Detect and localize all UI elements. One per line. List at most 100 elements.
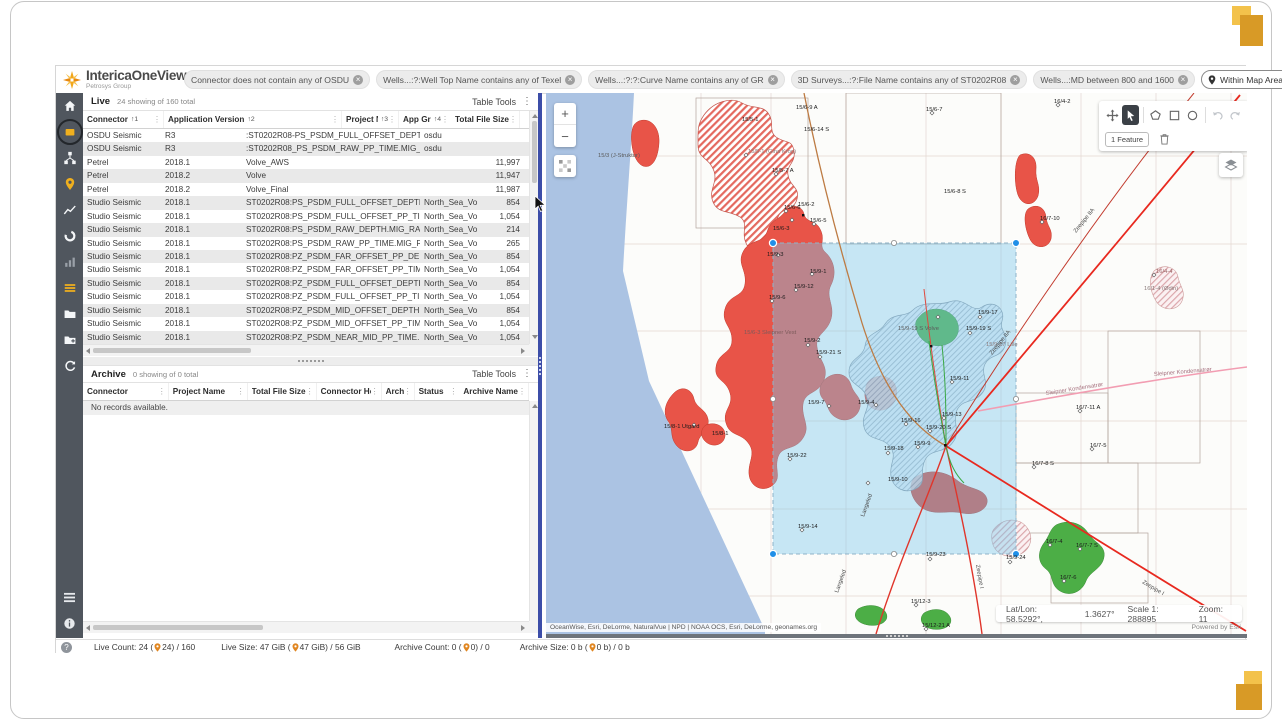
panel-map-divider[interactable] xyxy=(538,93,542,638)
scroll-up-icon[interactable] xyxy=(532,404,538,408)
column-kebab-icon[interactable]: ⋮ xyxy=(371,387,379,396)
live-table-row[interactable]: Studio Seismic 2018.1 ST0202R08:PZ_PSDM_… xyxy=(83,304,529,317)
undo-button[interactable] xyxy=(1209,105,1225,125)
live-table-tools-kebab-icon[interactable]: ⋮ xyxy=(522,97,532,107)
filter-chip[interactable]: Wells...:MD between 800 and 1600 × xyxy=(1033,70,1195,89)
archive-column-header[interactable]: Status ⋮ xyxy=(415,383,460,400)
live-column-header[interactable]: Project Name ↑3 ⋮ xyxy=(342,111,399,128)
sidebar-item-add-files[interactable] xyxy=(56,327,83,353)
app-logo[interactable]: IntericaOneView Petrosys Group xyxy=(62,69,180,90)
redo-button[interactable] xyxy=(1228,105,1244,125)
live-table-row[interactable]: Studio Seismic 2018.1 ST0202R08:PZ_PSDM_… xyxy=(83,317,529,330)
filter-chip[interactable]: Wells...:?:?:Curve Name contains any of … xyxy=(588,70,784,89)
draw-circle-button[interactable] xyxy=(1184,105,1200,125)
live-table-row[interactable]: Studio Seismic 2018.1 ST0202R08:PZ_PSDM_… xyxy=(83,250,529,263)
sidebar-item-pie-analytics[interactable] xyxy=(56,223,83,249)
live-table-row[interactable]: Petrel 2018.1 Volve_AWS 11,997 xyxy=(83,156,529,169)
map-bottom-resize-bar[interactable] xyxy=(546,634,1247,638)
live-hscroll-thumb[interactable] xyxy=(93,348,251,353)
filter-chip[interactable]: Wells...:?:Well Top Name contains any of… xyxy=(376,70,582,89)
live-table-row[interactable]: Studio Seismic 2018.1 ST0202R08:PZ_PSDM_… xyxy=(83,263,529,276)
archive-column-header[interactable]: Project Name ⋮ xyxy=(169,383,248,400)
live-table-row[interactable]: OSDU Seismic R3 :ST0202R08_PS_PSDM_RAW_P… xyxy=(83,142,529,155)
map-canvas[interactable]: 15/3 (J-Struktur)15/6-9 A15/5-115/6-14 S… xyxy=(546,93,1247,634)
archive-hscroll-thumb[interactable] xyxy=(93,625,263,630)
scroll-right-icon[interactable] xyxy=(521,348,525,354)
column-kebab-icon[interactable]: ⋮ xyxy=(158,387,166,396)
scroll-up-icon[interactable] xyxy=(532,114,538,118)
column-kebab-icon[interactable]: ⋮ xyxy=(153,115,161,124)
sidebar-item-projects-selected[interactable] xyxy=(56,119,83,145)
chip-close-icon[interactable]: × xyxy=(1178,75,1188,85)
column-kebab-icon[interactable]: ⋮ xyxy=(449,387,457,396)
column-kebab-icon[interactable]: ⋮ xyxy=(388,115,396,124)
live-table-tools[interactable]: Table Tools ⋮ xyxy=(472,97,532,107)
sidebar-item-connectors[interactable] xyxy=(56,145,83,171)
column-kebab-icon[interactable]: ⋮ xyxy=(441,115,449,124)
sidebar-item-sync[interactable] xyxy=(56,353,83,379)
filter-chip[interactable]: 3D Surveys...:?:File Name contains any o… xyxy=(791,70,1028,89)
sidebar-item-bar-analytics[interactable] xyxy=(56,249,83,275)
zoom-in-button[interactable]: + xyxy=(554,103,576,125)
column-kebab-icon[interactable]: ⋮ xyxy=(509,115,517,124)
column-kebab-icon[interactable]: ⋮ xyxy=(306,387,314,396)
sidebar-item-files[interactable] xyxy=(56,301,83,327)
column-kebab-icon[interactable]: ⋮ xyxy=(518,387,526,396)
column-kebab-icon[interactable]: ⋮ xyxy=(404,387,412,396)
zoom-out-button[interactable]: − xyxy=(554,125,576,147)
archive-column-header[interactable]: Archived Time ⋮ xyxy=(382,383,415,400)
panel-splitter[interactable] xyxy=(83,357,538,365)
filter-chip[interactable]: Within Map Area × xyxy=(1201,70,1282,89)
archive-table-tools-kebab-icon[interactable]: ⋮ xyxy=(522,369,532,379)
sidebar-item-trends[interactable] xyxy=(56,197,83,223)
live-column-header[interactable]: Total File Size ⋮ xyxy=(451,111,520,128)
live-table-row[interactable]: Studio Seismic 2018.1 ST0202R08:PS_PSDM_… xyxy=(83,237,529,250)
chip-close-icon[interactable]: × xyxy=(353,75,363,85)
live-vscroll-thumb[interactable] xyxy=(532,121,537,183)
live-table-row[interactable]: Petrel 2018.2 Volve_Final 11,987 xyxy=(83,183,529,196)
map-zoom-control[interactable]: + − xyxy=(554,103,576,147)
chip-close-icon[interactable]: × xyxy=(565,75,575,85)
scroll-down-icon[interactable] xyxy=(532,335,538,339)
draw-polygon-button[interactable] xyxy=(1148,105,1164,125)
layers-button[interactable] xyxy=(1219,153,1243,177)
draw-rectangle-button[interactable] xyxy=(1166,105,1182,125)
sidebar-item-map[interactable] xyxy=(56,171,83,197)
select-tool-button[interactable] xyxy=(1122,105,1138,125)
archive-table-tools[interactable]: Table Tools ⋮ xyxy=(472,369,532,379)
archive-column-header[interactable]: Connector Host ⋮ xyxy=(317,383,382,400)
archive-horizontal-scrollbar[interactable] xyxy=(83,621,529,633)
live-table-row[interactable]: Studio Seismic 2018.1 ST0202R08:PZ_PSDM_… xyxy=(83,277,529,290)
live-table-row[interactable]: OSDU Seismic R3 :ST0202R08-PS_PSDM_FULL_… xyxy=(83,129,529,142)
column-kebab-icon[interactable]: ⋮ xyxy=(237,387,245,396)
sidebar-info-button[interactable] xyxy=(56,610,83,636)
live-table-row[interactable]: Studio Seismic 2018.1 ST0202R08:PZ_PSDM_… xyxy=(83,331,529,344)
live-table-body[interactable]: OSDU Seismic R3 :ST0202R08-PS_PSDM_FULL_… xyxy=(83,129,529,344)
live-table-row[interactable]: Studio Seismic 2018.1 ST0202R08:PS_PSDM_… xyxy=(83,223,529,236)
live-table-row[interactable]: Studio Seismic 2018.1 ST0202R08:PS_PSDM_… xyxy=(83,196,529,209)
sidebar-menu-button[interactable] xyxy=(56,584,83,610)
archive-column-header[interactable]: Connector ⋮ xyxy=(83,383,169,400)
live-column-header[interactable]: Connector ↑1 ⋮ xyxy=(83,111,164,128)
live-table-row[interactable]: Studio Seismic 2018.1 ST0202R08:PS_PSDM_… xyxy=(83,210,529,223)
scroll-left-icon[interactable] xyxy=(86,348,90,354)
feature-count-badge[interactable]: 1 Feature xyxy=(1105,132,1149,147)
trash-icon[interactable] xyxy=(1159,133,1170,145)
filter-chip[interactable]: Connector does not contain any of OSDU × xyxy=(184,70,370,89)
chip-close-icon[interactable]: × xyxy=(768,75,778,85)
chip-close-icon[interactable]: × xyxy=(1010,75,1020,85)
scroll-left-icon[interactable] xyxy=(86,625,90,631)
archive-column-header[interactable]: Total File Size ⋮ xyxy=(248,383,317,400)
archive-column-header[interactable]: Archive Name ⋮ xyxy=(459,383,529,400)
scroll-right-icon[interactable] xyxy=(521,625,525,631)
help-icon[interactable]: ? xyxy=(61,642,72,653)
pan-tool-button[interactable] xyxy=(1104,105,1120,125)
sidebar-item-seismic[interactable] xyxy=(56,275,83,301)
archive-vertical-scrollbar[interactable] xyxy=(529,401,538,621)
live-vertical-scrollbar[interactable] xyxy=(529,111,538,344)
basemap-button[interactable] xyxy=(554,155,576,177)
sidebar-item-home[interactable] xyxy=(56,93,83,119)
live-column-header[interactable]: App Group ↑4 ⋮ xyxy=(399,111,451,128)
map-pane[interactable]: 15/3 (J-Struktur)15/6-9 A15/5-115/6-14 S… xyxy=(546,93,1247,638)
live-column-header[interactable]: Application Version ↑2 ⋮ xyxy=(164,111,342,128)
